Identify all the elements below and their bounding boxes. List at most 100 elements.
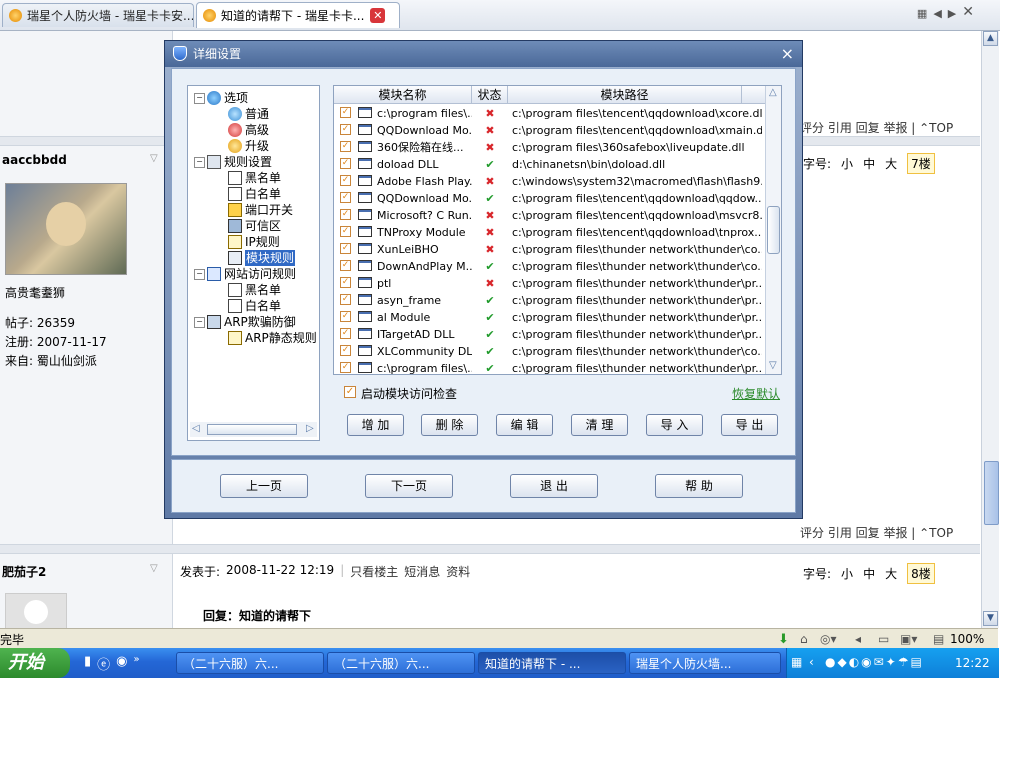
module-row[interactable]: ✓ 360保险箱在线... ✖ c:\program files\360safebox… [334,139,764,156]
scroll-right-icon[interactable]: ▷ [306,423,314,434]
post-actions-mid[interactable]: 评分 引用 回复 举报 | ⌃TOP [800,524,953,541]
font-size-large[interactable]: 大 [885,155,897,172]
author-menu-chevron-icon[interactable]: ▽ [150,153,158,164]
next-page-button[interactable]: 下一页 [365,474,453,498]
tray-app-icons[interactable]: ●◆◐◉✉✦☂▤ [825,655,924,669]
tree-node-port-switch[interactable]: 端口开关 [228,202,293,218]
enable-module-check-checkbox[interactable]: ✓ [344,386,356,398]
collapse-toggle-icon[interactable]: − [194,92,205,104]
tree-node-module-rule[interactable]: 模块规则 [228,250,296,266]
column-header-status[interactable]: 状态 [472,86,508,104]
font-size-medium[interactable]: 中 [863,565,875,582]
module-row[interactable]: ✓ ITargetAD DLL ✔ c:\program files\thunder … [334,326,764,343]
module-row[interactable]: ✓ TNProxy Module ✖ c:\program files\tencent… [334,224,764,241]
tray-expand-icon[interactable]: ‹ [809,655,814,669]
tab-close-icon[interactable]: ✕ [370,8,386,23]
module-row[interactable]: ✓ ptl ✖ c:\program files\thunder network\th… [334,275,764,292]
tree-node-general[interactable]: 普通 [228,106,269,122]
module-enable-checkbox[interactable]: ✓ [340,209,351,220]
author-menu-chevron-icon[interactable]: ▽ [150,563,158,574]
module-row[interactable]: ✓ XunLeiBHO ✖ c:\program files\thunder netw… [334,241,764,258]
scroll-up-button[interactable]: ▲ [983,31,998,46]
post-author-name[interactable]: aaccbbdd [2,153,67,167]
import-button[interactable]: 导 入 [646,414,703,436]
tree-node-trusted-zone[interactable]: 可信区 [228,218,281,234]
module-enable-checkbox[interactable]: ✓ [340,141,351,152]
profile-link[interactable]: 资料 [446,563,470,580]
module-row[interactable]: ✓ Microsoft? C Run... ✖ c:\program files\te… [334,207,764,224]
delete-button[interactable]: 删 除 [421,414,478,436]
start-button[interactable]: 开始 [0,648,70,678]
font-size-medium[interactable]: 中 [863,155,875,172]
help-button[interactable]: 帮 助 [655,474,743,498]
font-size-large[interactable]: 大 [885,565,897,582]
module-enable-checkbox[interactable]: ✓ [340,175,351,186]
tab-close-all-icon[interactable]: ✕ [962,4,974,20]
dialog-title-bar[interactable]: 详细设置 × [165,41,802,67]
printer-icon[interactable]: ▣▾ [900,632,917,646]
list-scroll-up-icon[interactable]: △ [769,87,777,98]
desktop-icon[interactable]: ▮ [84,654,91,673]
scroll-down-button[interactable]: ▼ [983,611,998,626]
browser-tab-question[interactable]: 知道的请帮下 - 瑞星卡卡... ✕ [196,2,400,28]
module-row[interactable]: ✓ al Module ✔ c:\program files\thunder netw… [334,309,764,326]
post-actions-top[interactable]: 评分 引用 回复 举报 | ⌃TOP [800,119,953,136]
module-row[interactable]: ✓ Adobe Flash Play... ✖ c:\windows\system32… [334,173,764,190]
tree-node-rules[interactable]: − 规则设置 [194,154,272,170]
taskbar-item[interactable]: （二十六服）六... [327,652,475,674]
taskbar-item[interactable]: 瑞星个人防火墙... [629,652,781,674]
security-icon[interactable]: ⌂ [800,632,808,646]
compass-icon[interactable]: ◎▾ [820,632,837,646]
tree-node-whitelist[interactable]: 白名单 [228,186,281,202]
tab-grid-icon[interactable]: ▦ [917,7,927,20]
module-enable-checkbox[interactable]: ✓ [340,311,351,322]
short-message-link[interactable]: 短消息 [404,563,440,580]
tree-node-ip-rule[interactable]: IP规则 [228,234,280,250]
module-enable-checkbox[interactable]: ✓ [340,328,351,339]
page-scrollbar[interactable]: ▲ ▼ [981,31,999,628]
collapse-toggle-icon[interactable]: − [194,268,205,280]
keyboard-icon[interactable]: ▦ [791,655,802,669]
tree-node-advanced[interactable]: 高级 [228,122,269,138]
tree-node-website-rules[interactable]: − 网站访问规则 [194,266,296,282]
module-enable-checkbox[interactable]: ✓ [340,362,351,373]
module-enable-checkbox[interactable]: ✓ [340,243,351,254]
add-button[interactable]: 增 加 [347,414,404,436]
module-row[interactable]: ✓ asyn_frame ✔ c:\program files\thunder net… [334,292,764,309]
column-header-path[interactable]: 模块路径 [508,86,742,104]
exit-button[interactable]: 退 出 [510,474,598,498]
tree-node-blacklist[interactable]: 黑名单 [228,170,281,186]
font-size-small[interactable]: 小 [841,155,853,172]
tab-prev-icon[interactable]: ◀ [933,7,941,20]
module-row[interactable]: ✓ QQDownload Mo... ✔ c:\program files\tence… [334,190,764,207]
module-enable-checkbox[interactable]: ✓ [340,277,351,288]
module-enable-checkbox[interactable]: ✓ [340,345,351,356]
print-icon[interactable]: ▭ [878,632,889,646]
prev-page-button[interactable]: 上一页 [220,474,308,498]
module-row[interactable]: ✓ XLCommunity DLL ✔ c:\program files\thunde… [334,343,764,360]
module-enable-checkbox[interactable]: ✓ [340,124,351,135]
tree-node-arp-static[interactable]: ARP静态规则 [228,330,317,346]
taskbar-item[interactable]: 知道的请帮下 - ... [478,652,626,674]
tree-node-upgrade[interactable]: 升级 [228,138,269,154]
restore-default-link[interactable]: 恢复默认 [732,385,780,402]
module-enable-checkbox[interactable]: ✓ [340,158,351,169]
post-author-name[interactable]: 肥茄子2 [2,563,46,580]
tree-node-options[interactable]: − 选项 [194,90,248,106]
collapse-toggle-icon[interactable]: − [194,316,205,328]
module-enable-checkbox[interactable]: ✓ [340,260,351,271]
clean-button[interactable]: 清 理 [571,414,628,436]
tree-node-arp-defense[interactable]: − ARP欺骗防御 [194,314,296,330]
scroll-thumb[interactable] [984,461,999,525]
tree-hscrollbar[interactable]: ◁ ▷ [190,422,317,437]
zoom-level[interactable]: 100% [950,632,984,646]
list-scrollbar[interactable]: △ ▽ [765,86,781,374]
ie-icon[interactable]: ⓔ [97,654,110,673]
browser-tab-firewall[interactable]: 瑞星个人防火墙 - 瑞星卡卡安... [2,3,194,27]
module-row[interactable]: ✓ DownAndPlay M... ✔ c:\program files\thund… [334,258,764,275]
column-header-name[interactable]: 模块名称 [334,86,472,104]
module-enable-checkbox[interactable]: ✓ [340,294,351,305]
only-author-link[interactable]: 只看楼主 [350,563,398,580]
browser-icon[interactable]: ◉ [116,654,127,673]
zoom-icon[interactable]: ▤ [933,632,944,646]
